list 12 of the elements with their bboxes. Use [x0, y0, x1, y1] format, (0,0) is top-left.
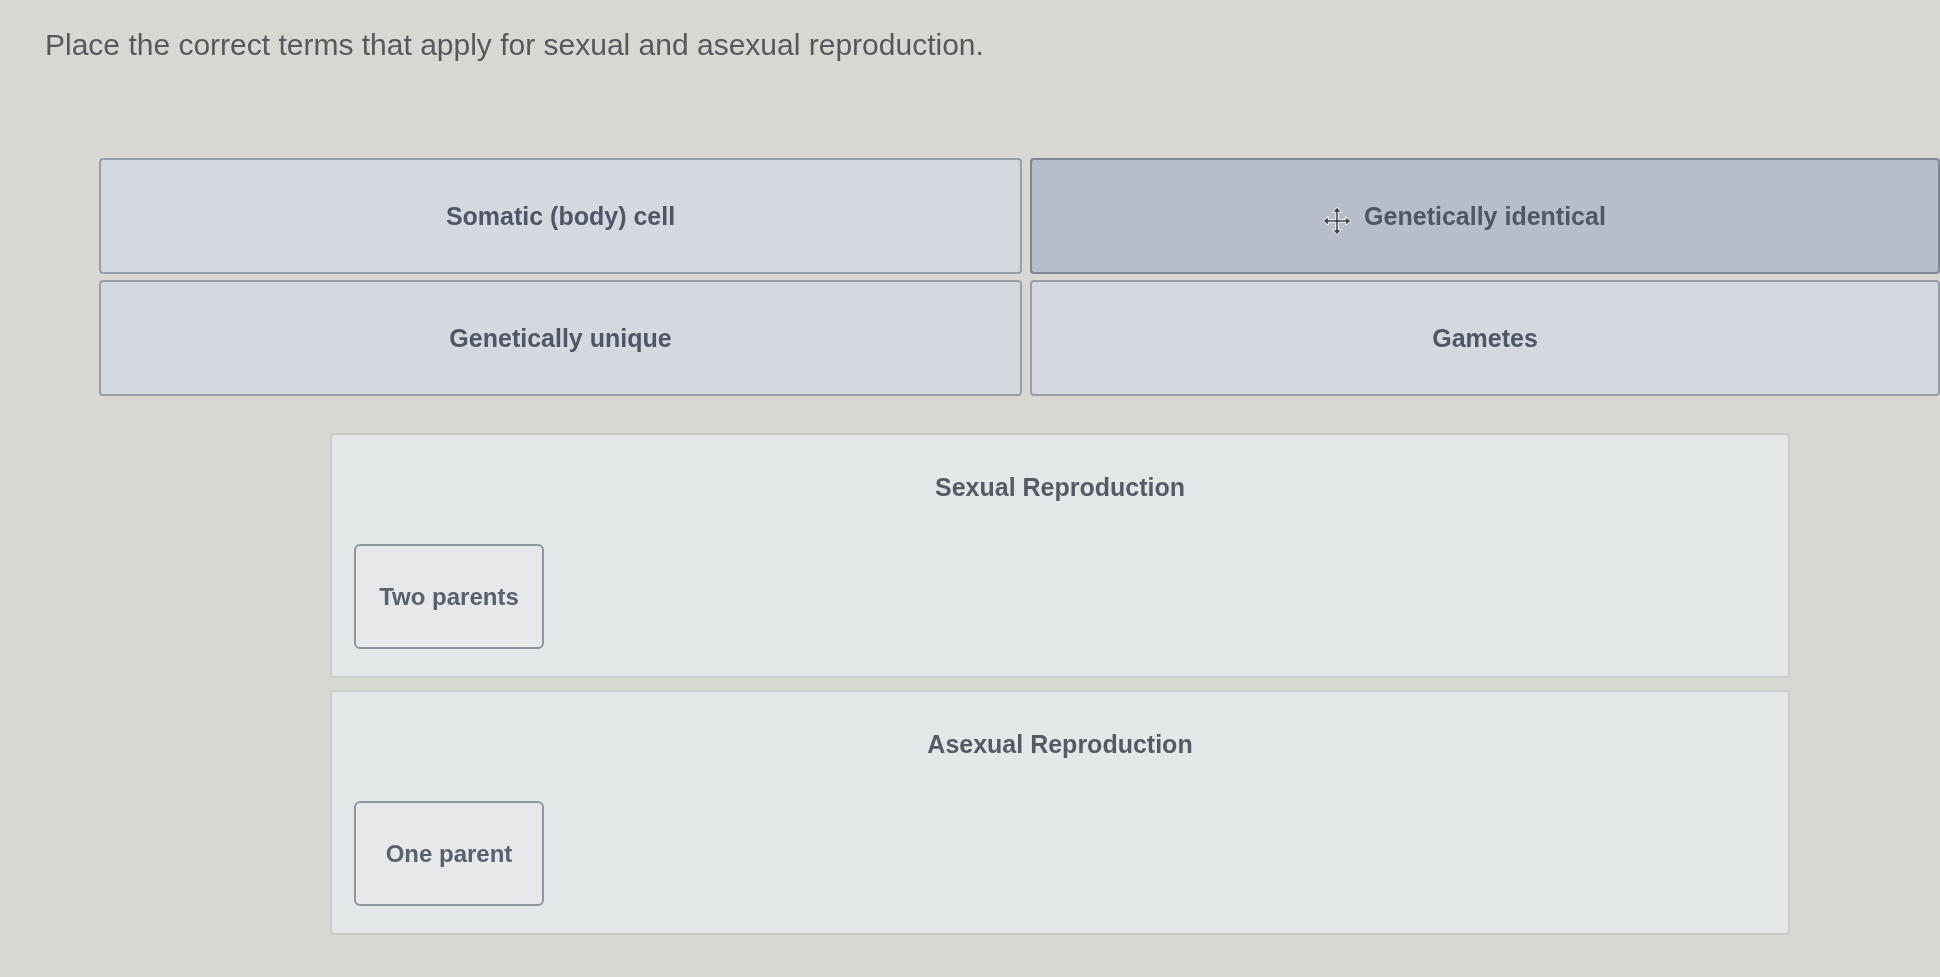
drop-zone[interactable]: Asexual Reproduction One parent	[330, 690, 1790, 935]
placed-term-chip[interactable]: One parent	[354, 801, 544, 906]
move-cursor-icon	[1322, 206, 1352, 236]
placed-term-chip[interactable]: Two parents	[354, 544, 544, 649]
term-tile[interactable]: Genetically identical	[1030, 158, 1940, 274]
drop-zone-title: Sexual Reproduction	[934, 473, 1185, 502]
drop-zone-title: Asexual Reproduction	[927, 730, 1193, 759]
instruction-text: Place the correct terms that apply for sexual and asexual reproduction.	[45, 28, 984, 61]
term-tile[interactable]: Gametes	[1030, 280, 1940, 396]
term-tile[interactable]: Genetically unique	[99, 280, 1022, 396]
term-tile[interactable]: Somatic (body) cell	[99, 158, 1022, 274]
drop-zone[interactable]: Sexual Reproduction Two parents	[330, 433, 1790, 678]
